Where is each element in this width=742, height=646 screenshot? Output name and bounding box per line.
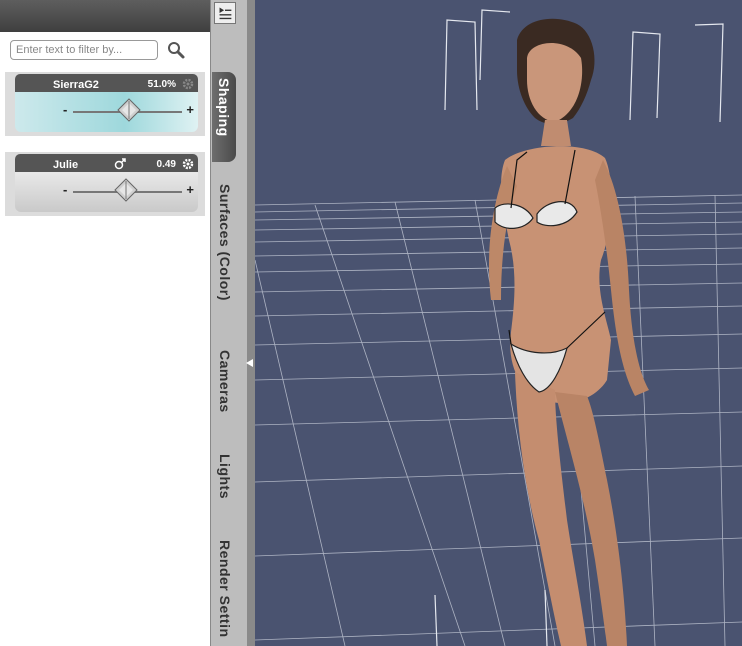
tab-render-settings[interactable]: Render Settin <box>212 534 238 646</box>
tab-shaping[interactable]: Shaping <box>212 72 236 162</box>
morph-item-sierrag2[interactable]: SierraG2 51.0% - + <box>5 72 205 136</box>
tab-label: Cameras <box>217 350 233 413</box>
morph-header: Julie 0.49 <box>15 154 198 172</box>
tab-label: Render Settin <box>217 540 233 638</box>
slider-knob[interactable] <box>114 178 139 202</box>
filter-input[interactable] <box>10 40 158 60</box>
tab-cameras[interactable]: Cameras <box>212 344 238 430</box>
morph-item-julie[interactable]: Julie 0.49 - + <box>5 152 205 216</box>
morph-slider-area: - + <box>15 172 198 212</box>
increment-button[interactable]: + <box>186 102 194 117</box>
morph-slider-area: - + <box>15 92 198 132</box>
tab-label: Lights <box>217 454 233 499</box>
decrement-button[interactable]: - <box>63 182 67 197</box>
shaping-panel: SierraG2 51.0% - + <box>0 0 211 646</box>
panel-splitter[interactable] <box>247 0 255 646</box>
decrement-button[interactable]: - <box>63 102 67 117</box>
magnifier-icon[interactable] <box>166 40 186 60</box>
slider-knob[interactable] <box>116 98 141 122</box>
gear-icon[interactable] <box>181 157 195 171</box>
tab-label: Shaping <box>216 78 232 137</box>
morph-header: SierraG2 51.0% <box>15 74 198 92</box>
tab-lights[interactable]: Lights <box>212 448 238 518</box>
male-female-icon <box>114 158 126 170</box>
panel-header-bar <box>0 0 210 32</box>
panel-menu-icon[interactable] <box>214 2 236 24</box>
increment-button[interactable]: + <box>186 182 194 197</box>
left-arrow-icon[interactable] <box>245 358 255 368</box>
tab-surfaces[interactable]: Surfaces (Color) <box>212 178 238 328</box>
3d-viewport[interactable] <box>255 0 742 646</box>
gear-icon[interactable] <box>181 77 195 91</box>
tab-label: Surfaces (Color) <box>217 184 233 301</box>
